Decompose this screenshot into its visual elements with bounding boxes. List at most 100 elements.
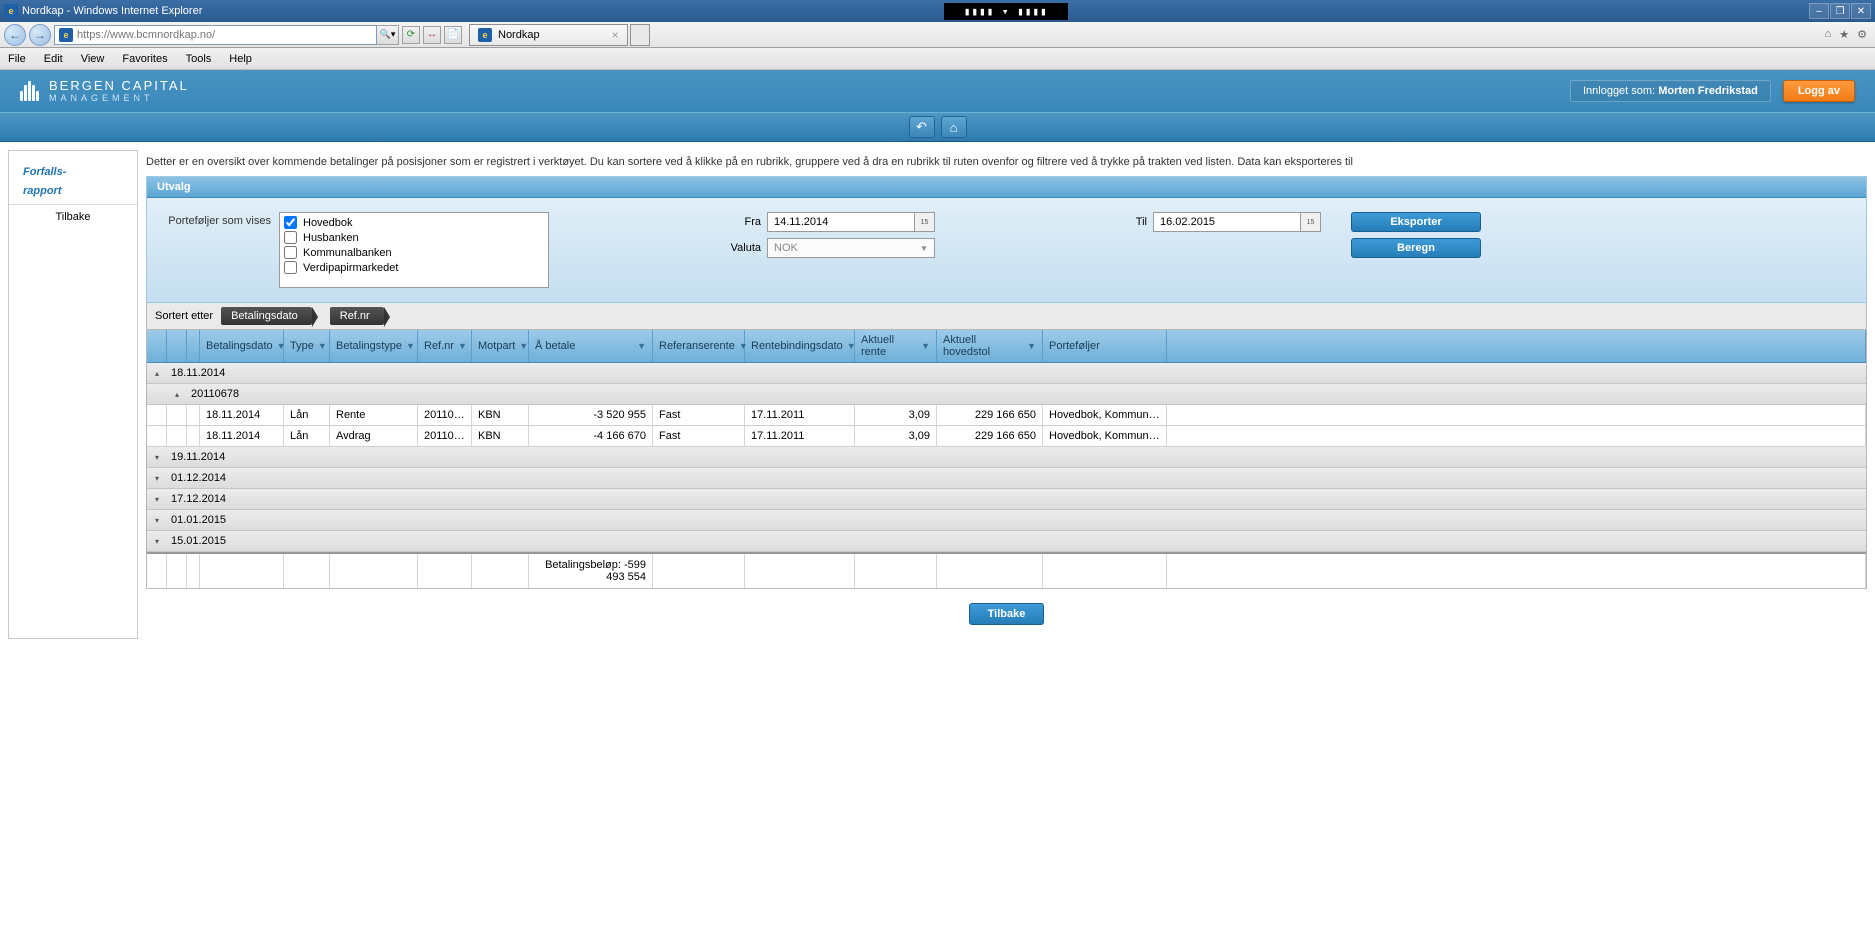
export-button[interactable]: Eksporter xyxy=(1351,212,1481,232)
collapse-icon[interactable]: ▴ xyxy=(175,390,185,399)
group-row-date[interactable]: ▾17.12.2014 xyxy=(147,489,1866,510)
content: Detter er en oversikt over kommende beta… xyxy=(146,150,1867,639)
logout-button[interactable]: Logg av xyxy=(1783,80,1855,102)
currency-label: Valuta xyxy=(719,242,761,254)
from-date-input[interactable] xyxy=(767,212,915,232)
portfolio-item[interactable]: Hovedbok xyxy=(282,215,546,230)
search-dropdown-button[interactable]: 🔍▾ xyxy=(377,25,399,45)
menu-help[interactable]: Help xyxy=(229,53,252,65)
nav-home-button[interactable]: ⌂ xyxy=(941,116,967,138)
nav-back-button[interactable]: ↶ xyxy=(909,116,935,138)
address-bar[interactable]: e https://www.bcmnordkap.no/ xyxy=(54,25,377,45)
refresh-button[interactable]: ⟳ xyxy=(402,26,420,44)
home-icon[interactable]: ⌂ xyxy=(1825,28,1832,41)
menu-file[interactable]: File xyxy=(8,53,26,65)
menu-view[interactable]: View xyxy=(81,53,105,65)
stop-button[interactable]: ↔ xyxy=(423,26,441,44)
table-row[interactable]: 18.11.2014LånAvdrag20110678KBN-4 166 670… xyxy=(147,426,1866,447)
expand-icon[interactable]: ▾ xyxy=(155,537,165,546)
to-date-input[interactable] xyxy=(1153,212,1301,232)
data-grid: Betalingsdato▼ Type▼ Betalingstype▼ Ref.… xyxy=(146,330,1867,589)
col-refnr[interactable]: Ref.nr▼ xyxy=(418,330,472,362)
grid-expand-col xyxy=(167,330,187,362)
url-text: https://www.bcmnordkap.no/ xyxy=(77,29,215,41)
calendar-icon[interactable]: 15 xyxy=(1301,212,1321,232)
tools-icon[interactable]: ⚙ xyxy=(1857,28,1867,41)
portfolio-label: Porteføljer som vises xyxy=(161,212,271,227)
portfolio-item[interactable]: Verdipapirmarkedet xyxy=(282,260,546,275)
col-hovedstol[interactable]: Aktuell hovedstol▼ xyxy=(937,330,1043,362)
filter-icon[interactable]: ▼ xyxy=(921,341,930,351)
group-row-date[interactable]: ▴ 18.11.2014 xyxy=(147,363,1866,384)
group-row-date[interactable]: ▾01.12.2014 xyxy=(147,468,1866,489)
filter-icon[interactable]: ▼ xyxy=(519,341,528,351)
expand-icon[interactable]: ▾ xyxy=(155,516,165,525)
sidebar-back-link[interactable]: Tilbake xyxy=(9,204,137,229)
portfolio-item[interactable]: Kommunalbanken xyxy=(282,245,546,260)
grid-header: Betalingsdato▼ Type▼ Betalingstype▼ Ref.… xyxy=(147,330,1866,363)
sort-tag[interactable]: Ref.nr xyxy=(330,307,384,325)
currency-select[interactable]: NOK▼ xyxy=(767,238,935,258)
group-row-date[interactable]: ▾01.01.2015 xyxy=(147,510,1866,531)
new-tab-button[interactable] xyxy=(630,24,650,46)
brand-logo-icon xyxy=(20,81,39,101)
col-portefoljer[interactable]: Porteføljer xyxy=(1043,330,1167,362)
nav-toolbar: ↶ ⌂ xyxy=(0,112,1875,142)
footer-back-button[interactable]: Tilbake xyxy=(969,603,1045,625)
menu-favorites[interactable]: Favorites xyxy=(122,53,167,65)
brand: BERGEN CAPITAL MANAGEMENT xyxy=(20,79,189,103)
portfolio-item[interactable]: Husbanken xyxy=(282,230,546,245)
ie-logo-icon: e xyxy=(4,4,18,18)
col-betalingstype[interactable]: Betalingstype▼ xyxy=(330,330,418,362)
summary-total: Betalingsbeløp: -599 493 554 xyxy=(529,554,653,588)
sidebar: Forfalls-rapport Tilbake xyxy=(8,150,138,639)
portfolio-listbox[interactable]: Hovedbok Husbanken Kommunalbanken Verdip… xyxy=(279,212,549,288)
expand-icon[interactable]: ▾ xyxy=(155,474,165,483)
table-row[interactable]: 18.11.2014LånRente20110678KBN-3 520 955F… xyxy=(147,405,1866,426)
filter-icon[interactable]: ▼ xyxy=(1027,341,1036,351)
sort-label: Sortert etter xyxy=(155,310,213,322)
calendar-icon[interactable]: 15 xyxy=(915,212,935,232)
group-row-refnr[interactable]: ▴ 20110678 xyxy=(147,384,1866,405)
filter-icon[interactable]: ▼ xyxy=(406,341,415,351)
sort-tag[interactable]: Betalingsdato xyxy=(221,307,312,325)
filter-icon[interactable]: ▼ xyxy=(458,341,467,351)
menu-tools[interactable]: Tools xyxy=(186,53,212,65)
compat-button[interactable]: 📄 xyxy=(444,26,462,44)
filter-icon[interactable]: ▼ xyxy=(637,341,646,351)
col-rentebinding[interactable]: Rentebindingsdato▼ xyxy=(745,330,855,362)
close-tab-button[interactable]: × xyxy=(612,28,619,42)
close-window-button[interactable]: ✕ xyxy=(1851,3,1871,19)
group-row-date[interactable]: ▾19.11.2014 xyxy=(147,447,1866,468)
expand-icon[interactable]: ▾ xyxy=(155,495,165,504)
col-aktuellrente[interactable]: Aktuell rente▼ xyxy=(855,330,937,362)
calculate-button[interactable]: Beregn xyxy=(1351,238,1481,258)
portfolio-checkbox[interactable] xyxy=(284,216,297,229)
group-row-date[interactable]: ▾15.01.2015 xyxy=(147,531,1866,552)
col-type[interactable]: Type▼ xyxy=(284,330,330,362)
filter-panel: Utvalg Porteføljer som vises Hovedbok Hu… xyxy=(146,176,1867,303)
back-button[interactable]: ← xyxy=(4,24,26,46)
portfolio-checkbox[interactable] xyxy=(284,261,297,274)
favorites-icon[interactable]: ★ xyxy=(1839,28,1849,41)
col-abetale[interactable]: Å betale▼ xyxy=(529,330,653,362)
col-betalingsdato[interactable]: Betalingsdato▼ xyxy=(200,330,284,362)
collapse-icon[interactable]: ▴ xyxy=(155,369,165,378)
portfolio-checkbox[interactable] xyxy=(284,246,297,259)
forward-button[interactable]: → xyxy=(29,24,51,46)
browser-tab[interactable]: e Nordkap × xyxy=(469,24,628,46)
portfolio-checkbox[interactable] xyxy=(284,231,297,244)
address-bar-wrapper: e https://www.bcmnordkap.no/ 🔍▾ xyxy=(54,25,399,45)
col-motpart[interactable]: Motpart▼ xyxy=(472,330,529,362)
maximize-button[interactable]: ❐ xyxy=(1830,3,1850,19)
expand-icon[interactable]: ▾ xyxy=(155,453,165,462)
title-center-widget: ▮▮▮▮ ▾ ▮▮▮▮ xyxy=(944,3,1068,20)
to-date-label: Til xyxy=(1105,216,1147,228)
minimize-button[interactable]: – xyxy=(1809,3,1829,19)
brand-sub: MANAGEMENT xyxy=(49,93,189,103)
menu-edit[interactable]: Edit xyxy=(44,53,63,65)
col-refrente[interactable]: Referanserente▼ xyxy=(653,330,745,362)
app-header: BERGEN CAPITAL MANAGEMENT Innlogget som:… xyxy=(0,70,1875,112)
filter-icon[interactable]: ▼ xyxy=(318,341,327,351)
grid-expand-col xyxy=(187,330,200,362)
